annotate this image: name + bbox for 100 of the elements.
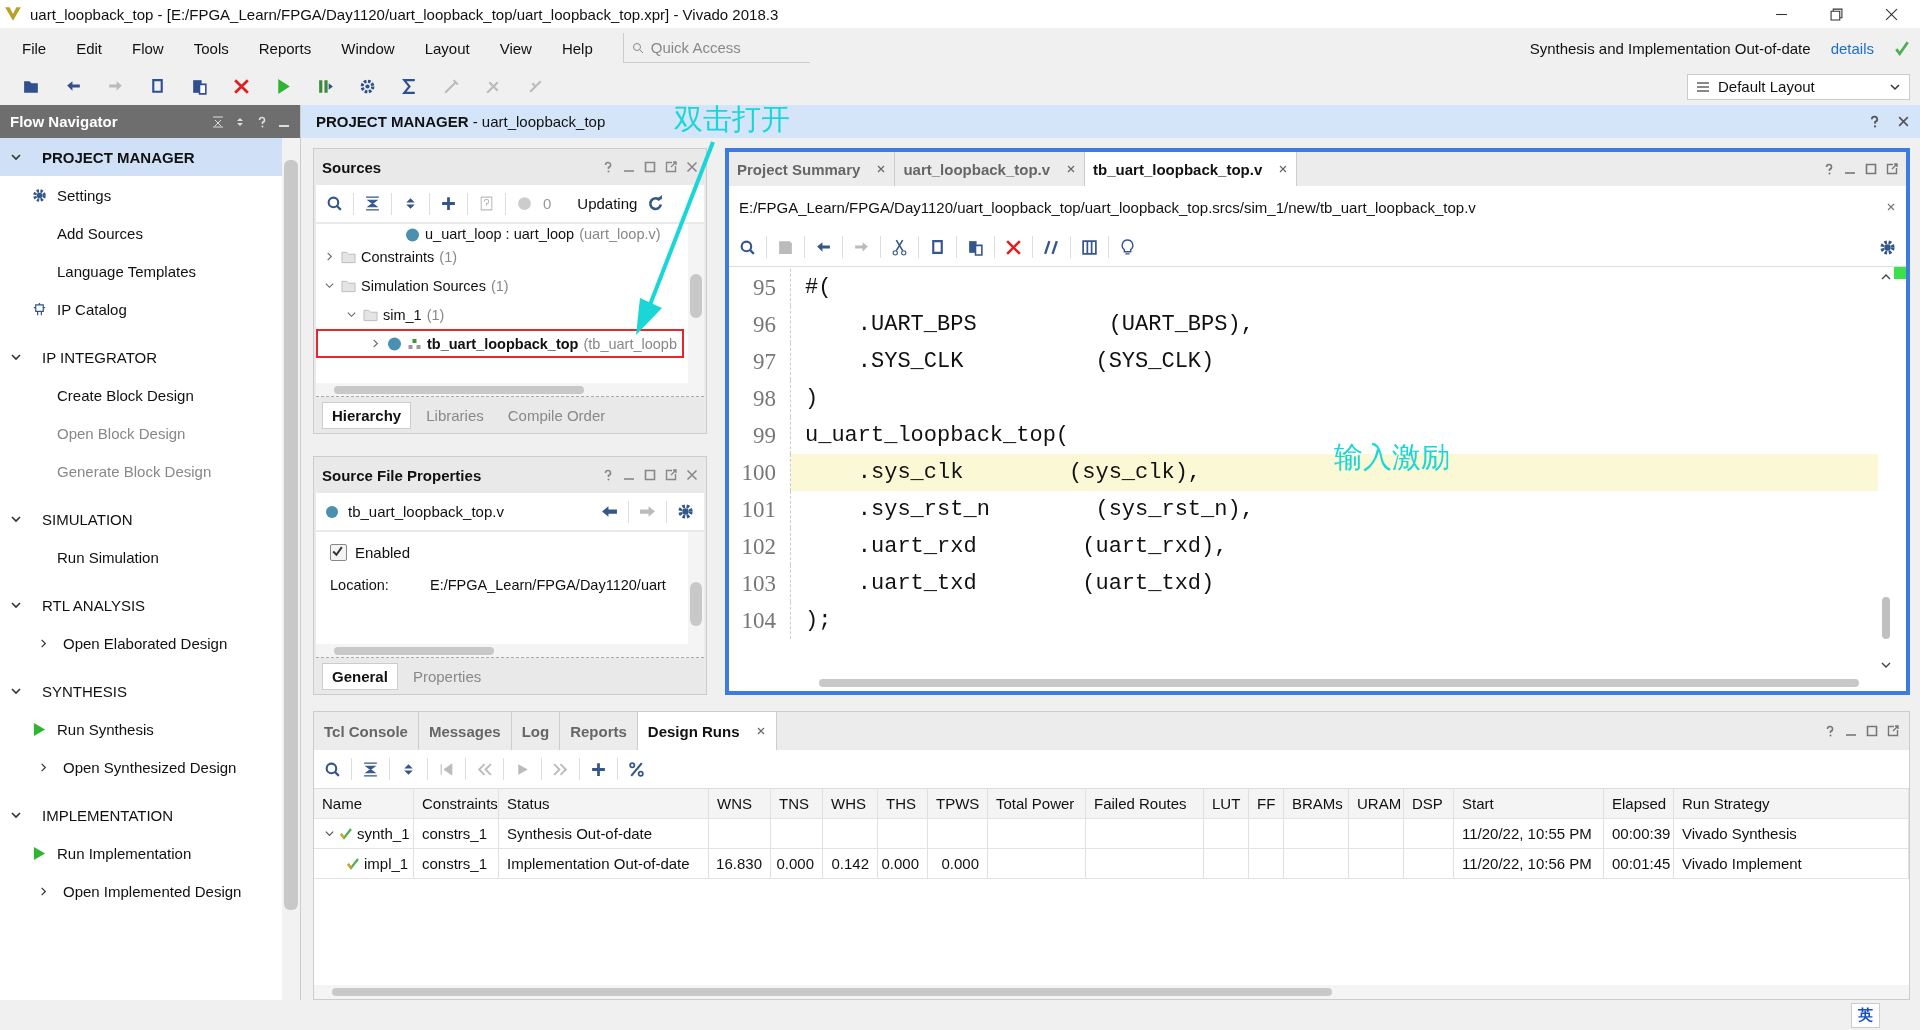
error-count: 0 [543, 195, 552, 212]
column-header[interactable]: URAM [1349, 789, 1404, 818]
navigator-section[interactable]: PROJECT MANAGER [0, 138, 282, 176]
code-line: u_uart_loopback_top( [804, 422, 1071, 450]
tree-item[interactable]: sim_1 [383, 306, 422, 323]
column-header[interactable]: Constraints [414, 789, 499, 818]
table-cell: 16.830 [716, 855, 762, 872]
table-cell: Vivado Synthesis [1682, 825, 1797, 842]
menu-item[interactable]: View [499, 39, 532, 57]
navigator-item[interactable]: Settings [57, 186, 112, 204]
editor-tab[interactable]: Project Summary [729, 152, 896, 186]
navigator-section[interactable]: SYNTHESIS [0, 672, 282, 710]
navigator-item[interactable]: Open Synthesized Design [63, 758, 237, 776]
code-line: .UART_BPS (UART_BPS), [856, 311, 1255, 339]
table-cell: synth_1 [357, 825, 410, 842]
file-path: E:/FPGA_Learn/FPGA/Day1120/uart_loopback_top/uart_loopback_top.srcs/sim_1/new/tb_uart_loopback_top.v [739, 198, 1476, 216]
panel-tab[interactable]: Hierarchy [322, 401, 412, 429]
column-header[interactable]: TPWS [928, 789, 988, 818]
code-line: ) [804, 385, 820, 413]
column-header[interactable]: LUT [1204, 789, 1249, 818]
menu-item[interactable]: Reports [258, 39, 312, 57]
editor-tab[interactable]: tb_uart_loopback_top.v [1085, 152, 1298, 186]
details-link[interactable]: details [1830, 39, 1874, 57]
line-number: 96 [729, 306, 791, 343]
code-line: .uart_rxd (uart_rxd), [856, 533, 1229, 561]
section-title: PROJECT MANAGER - uart_loopback_top [316, 113, 606, 130]
code-line: .SYS_CLK (SYS_CLK) [856, 348, 1216, 376]
panel-title: Source File Properties [322, 466, 482, 484]
code-line: ); [804, 607, 833, 635]
navigator-item[interactable]: Add Sources [57, 224, 143, 242]
status-text: Updating [577, 195, 638, 212]
table-cell: Implementation Out-of-date [507, 855, 690, 872]
table-cell: 0.000 [776, 855, 814, 872]
navigator-item[interactable]: Open Implemented Design [63, 882, 242, 900]
table-cell: Synthesis Out-of-date [507, 825, 653, 842]
column-header[interactable]: Elapsed [1604, 789, 1674, 818]
column-header[interactable]: WNS [709, 789, 771, 818]
tree-item[interactable]: Simulation Sources [361, 277, 486, 294]
ime-toolbar[interactable]: 英 [1851, 1002, 1880, 1028]
navigator-item[interactable]: Run Implementation [57, 844, 192, 862]
table-cell: 00:00:39 [1612, 825, 1671, 842]
tree-item[interactable]: u_uart_loop : uart_loop [425, 226, 575, 242]
panel-tab[interactable]: Reports [560, 712, 638, 750]
tree-item-note: (tb_uart_loopb [583, 335, 677, 352]
column-header[interactable]: Status [499, 789, 709, 818]
column-header[interactable]: WHS [823, 789, 878, 818]
code-line: #( [804, 274, 833, 302]
navigator-item[interactable]: Open Elaborated Design [63, 634, 228, 652]
line-number: 99 [729, 417, 791, 454]
column-header[interactable]: FF [1249, 789, 1284, 818]
navigator-item[interactable]: Language Templates [57, 262, 196, 280]
annotation-text: 双击打开 [674, 102, 790, 137]
column-header[interactable]: TNS [771, 789, 823, 818]
status-message: Synthesis and Implementation Out-of-date [1529, 39, 1811, 57]
column-header[interactable]: BRAMs [1284, 789, 1349, 818]
line-number: 103 [729, 565, 791, 602]
menu-item[interactable]: Window [341, 39, 395, 57]
tree-item[interactable]: Constraints [361, 248, 435, 265]
quick-access-field[interactable]: Quick Access [647, 37, 804, 58]
checkbox-label: Enabled [355, 544, 411, 561]
table-cell: 11/20/22, 10:56 PM [1462, 855, 1592, 872]
column-header[interactable]: DSP [1404, 789, 1454, 818]
panel-tab[interactable]: Log [511, 712, 561, 750]
navigator-section[interactable]: SIMULATION [0, 500, 282, 538]
navigator-section[interactable]: RTL ANALYSIS [0, 586, 282, 624]
tree-item-note: (1) [426, 306, 445, 323]
layout-dropdown[interactable]: Default Layout [1687, 73, 1910, 100]
navigator-item[interactable]: Run Simulation [57, 548, 159, 566]
column-header[interactable]: Name [314, 789, 414, 818]
navigator-section[interactable]: IMPLEMENTATION [0, 796, 282, 834]
line-number: 95 [729, 269, 791, 306]
menu-item[interactable]: Layout [424, 39, 470, 57]
menu-item[interactable]: Flow [132, 39, 164, 57]
table-cell: 0.000 [941, 855, 979, 872]
menu-item[interactable]: File [22, 39, 47, 57]
panel-tab[interactable]: General [322, 662, 398, 690]
column-header[interactable]: THS [878, 789, 928, 818]
panel-title: Flow Navigator [10, 113, 118, 130]
line-number: 97 [729, 343, 791, 380]
code-line: .sys_rst_n (sys_rst_n), [856, 496, 1255, 524]
navigator-item[interactable]: IP Catalog [57, 300, 127, 318]
panel-tab[interactable]: Design Runs [637, 712, 777, 750]
panel-tab[interactable]: Messages [418, 712, 512, 750]
table-cell: constrs_1 [422, 825, 488, 842]
panel-tab[interactable]: Tcl Console [314, 712, 419, 750]
menu-item[interactable]: Edit [76, 39, 103, 57]
navigator-item[interactable]: Create Block Design [57, 386, 194, 404]
menu-item[interactable]: Tools [193, 39, 229, 57]
menu-item[interactable]: Help [561, 39, 593, 57]
column-header[interactable]: Total Power [988, 789, 1086, 818]
tree-item[interactable]: tb_uart_loopback_top [427, 335, 579, 352]
column-header[interactable]: Failed Routes [1086, 789, 1204, 818]
line-number: 104 [729, 602, 791, 639]
navigator-section[interactable]: IP INTEGRATOR [0, 338, 282, 376]
navigator-item[interactable]: Run Synthesis [57, 720, 154, 738]
tree-item-note: (1) [439, 248, 458, 265]
table-cell: 00:01:45 [1612, 855, 1671, 872]
column-header[interactable]: Start [1454, 789, 1604, 818]
table-cell: 11/20/22, 10:55 PM [1462, 825, 1592, 842]
column-header[interactable]: Run Strategy [1674, 789, 1909, 818]
